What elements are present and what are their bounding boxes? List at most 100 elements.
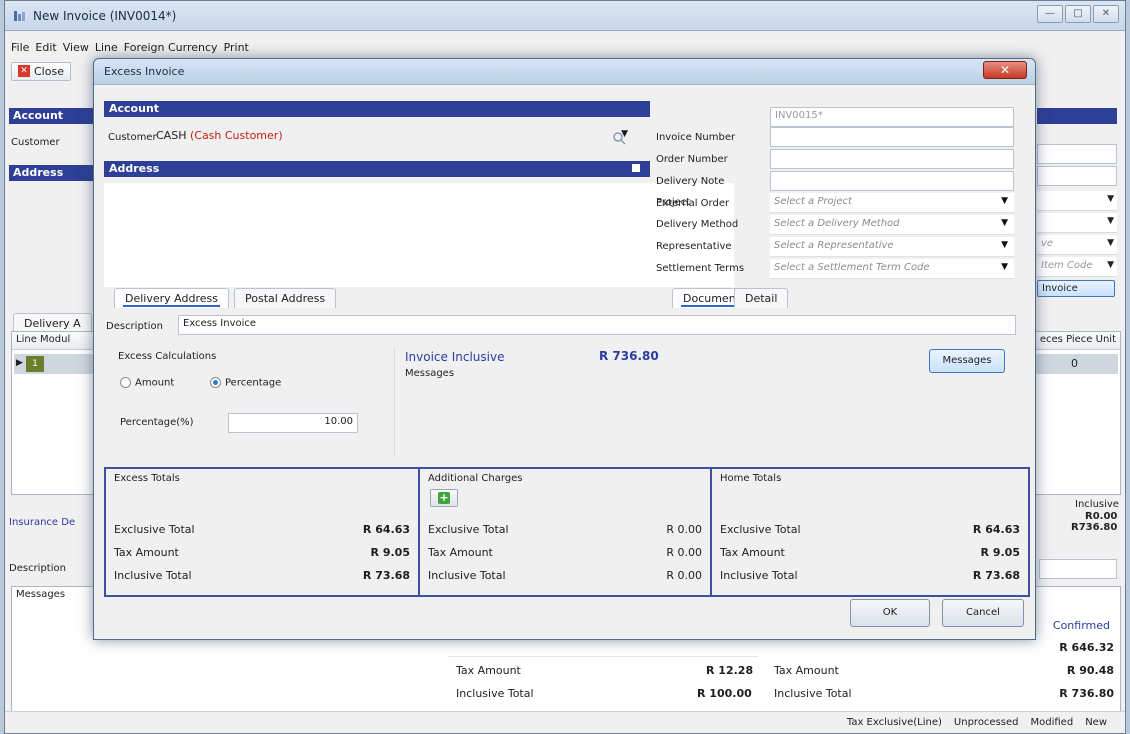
description-field[interactable]: Excess Invoice xyxy=(178,315,1016,335)
status-modified: Modified xyxy=(1030,717,1074,728)
messages-label: Messages xyxy=(405,368,455,379)
add-charge-button[interactable]: + xyxy=(430,489,458,507)
tab-postal-address[interactable]: Postal Address xyxy=(234,288,337,308)
representative-select[interactable]: Select a Representative ▼ xyxy=(770,237,1014,257)
right-select-4[interactable]: Item Code ▼ xyxy=(1037,257,1117,277)
window-titlebar[interactable]: New Invoice (INV0014*) — □ ✕ xyxy=(5,1,1125,31)
settlement-select[interactable]: Select a Settlement Term Code ▼ xyxy=(770,259,1014,279)
status-tax-mode: Tax Exclusive(Line) xyxy=(846,717,942,728)
close-label: Close xyxy=(34,64,64,78)
outer-description-field[interactable] xyxy=(1039,559,1117,579)
chevron-down-icon: ▼ xyxy=(1107,260,1114,270)
radio-percentage-label: Percentage xyxy=(225,377,282,389)
status-processing: Unprocessed xyxy=(953,717,1019,728)
delivery-note-field[interactable] xyxy=(770,149,1014,169)
account-header: Account xyxy=(104,101,650,117)
cancel-button[interactable]: Cancel xyxy=(942,599,1024,627)
tab-detail[interactable]: Detail xyxy=(734,288,789,308)
invoice-number-field[interactable]: INV0015* xyxy=(770,107,1014,127)
excess-totals-box: Excess Totals Exclusive Total R 64.63 Tax… xyxy=(106,469,420,595)
messages-button[interactable]: Messages xyxy=(929,349,1005,373)
customer-code: CASH xyxy=(156,129,187,142)
right-select-3[interactable]: ve ▼ xyxy=(1037,235,1117,255)
grid-col-pieces: eces Piece Unit xyxy=(1039,334,1116,345)
menu-file[interactable]: File xyxy=(11,41,29,54)
pieces-cell: 0 xyxy=(1071,357,1078,370)
close-icon: ✕ xyxy=(18,65,30,77)
home-totals-title: Home Totals xyxy=(720,473,782,484)
totals-panel: Excess Totals Exclusive Total R 64.63 Tax… xyxy=(104,467,1030,597)
addl-tax-value: R 0.00 xyxy=(666,546,702,559)
tab-delivery-outer[interactable]: Delivery A xyxy=(13,313,92,333)
representative-label: Representative xyxy=(656,241,732,252)
right-select-text: ve xyxy=(1041,238,1054,249)
chevron-down-icon: ▼ xyxy=(1107,238,1114,248)
confirmed-label: Confirmed xyxy=(1052,619,1110,632)
customer-select[interactable]: CASH (Cash Customer) ▼ xyxy=(156,129,644,149)
invoice-button[interactable]: Invoice xyxy=(1037,280,1115,297)
radio-percentage[interactable]: Percentage xyxy=(210,377,281,389)
additional-charges-title: Additional Charges xyxy=(428,473,523,484)
chevron-down-icon: ▼ xyxy=(1107,194,1114,204)
radio-amount[interactable]: Amount xyxy=(120,377,174,389)
rt-tax-label: Tax Amount xyxy=(774,664,839,677)
settlement-label: Settlement Terms xyxy=(656,263,745,274)
project-label: Project xyxy=(656,197,691,208)
close-button[interactable]: ✕ Close xyxy=(11,61,71,81)
total-exclusive: R 646.32 xyxy=(1059,641,1114,654)
dialog-close-icon[interactable]: ✕ xyxy=(983,61,1027,79)
insurance-label: Insurance De xyxy=(9,517,76,528)
right-select-1[interactable]: ▼ xyxy=(1037,191,1117,211)
address-textarea[interactable] xyxy=(104,183,734,287)
tab-delivery-address[interactable]: Delivery Address xyxy=(114,288,229,308)
menu-print[interactable]: Print xyxy=(224,41,249,54)
menu-edit[interactable]: Edit xyxy=(35,41,56,54)
project-select[interactable]: Select a Project ▼ xyxy=(770,193,1014,213)
customer-name: (Cash Customer) xyxy=(189,129,283,142)
settlement-placeholder: Select a Settlement Term Code xyxy=(774,262,930,273)
right-select-2[interactable]: ▼ xyxy=(1037,213,1117,233)
order-number-label: Order Number xyxy=(656,154,728,165)
addl-exclusive-value: R 0.00 xyxy=(666,523,702,536)
chevron-down-icon: ▼ xyxy=(1001,240,1008,250)
window-title: New Invoice (INV0014*) xyxy=(33,9,177,23)
plus-icon: + xyxy=(438,491,450,504)
address-title: Address xyxy=(109,162,160,175)
grid-col-line: Line Modul xyxy=(16,334,71,345)
addl-inclusive-value: R 0.00 xyxy=(666,569,702,582)
search-icon[interactable] xyxy=(612,131,626,145)
radio-percentage-icon xyxy=(210,377,221,388)
home-tax-value: R 9.05 xyxy=(980,546,1020,559)
mid-tax-label: Tax Amount xyxy=(456,664,521,677)
percentage-label: Percentage(%) xyxy=(120,417,194,428)
order-number-field[interactable] xyxy=(770,127,1014,147)
account-header: Account xyxy=(9,108,95,124)
mid-tax-value: R 12.28 xyxy=(706,664,754,677)
delivery-note-label: Delivery Note xyxy=(656,176,725,187)
maximize-icon[interactable]: □ xyxy=(1065,5,1091,23)
radio-amount-label: Amount xyxy=(135,377,175,389)
excess-exclusive-value: R 64.63 xyxy=(362,523,410,536)
right-field-2[interactable] xyxy=(1037,166,1117,186)
total-tax: R 90.48 xyxy=(1066,664,1114,677)
external-order-field[interactable] xyxy=(770,171,1014,191)
menu-line[interactable]: Line xyxy=(95,41,118,54)
ok-button[interactable]: OK xyxy=(850,599,930,627)
dialog-titlebar[interactable]: Excess Invoice ✕ xyxy=(94,59,1035,85)
percentage-field[interactable]: 10.00 xyxy=(228,413,358,433)
menu-view[interactable]: View xyxy=(63,41,89,54)
menu-foreign-currency[interactable]: Foreign Currency xyxy=(124,41,218,54)
home-exclusive-label: Exclusive Total xyxy=(720,523,801,536)
rt-incl-label: Inclusive Total xyxy=(774,687,852,700)
delivery-method-select[interactable]: Select a Delivery Method ▼ xyxy=(770,215,1014,235)
addl-tax-label: Tax Amount xyxy=(428,546,493,559)
menu-bar: File Edit View Line Foreign Currency Pri… xyxy=(11,41,249,54)
minimize-icon[interactable]: — xyxy=(1037,5,1063,23)
inclusive-value-2: R736.80 xyxy=(1071,522,1118,533)
address-expand-icon[interactable] xyxy=(632,164,640,172)
right-field-1[interactable] xyxy=(1037,144,1117,164)
invoice-inclusive-label: Invoice Inclusive xyxy=(405,350,505,364)
representative-placeholder: Select a Representative xyxy=(774,240,894,251)
close-window-icon[interactable]: ✕ xyxy=(1093,5,1119,23)
chevron-down-icon: ▼ xyxy=(1001,218,1008,228)
